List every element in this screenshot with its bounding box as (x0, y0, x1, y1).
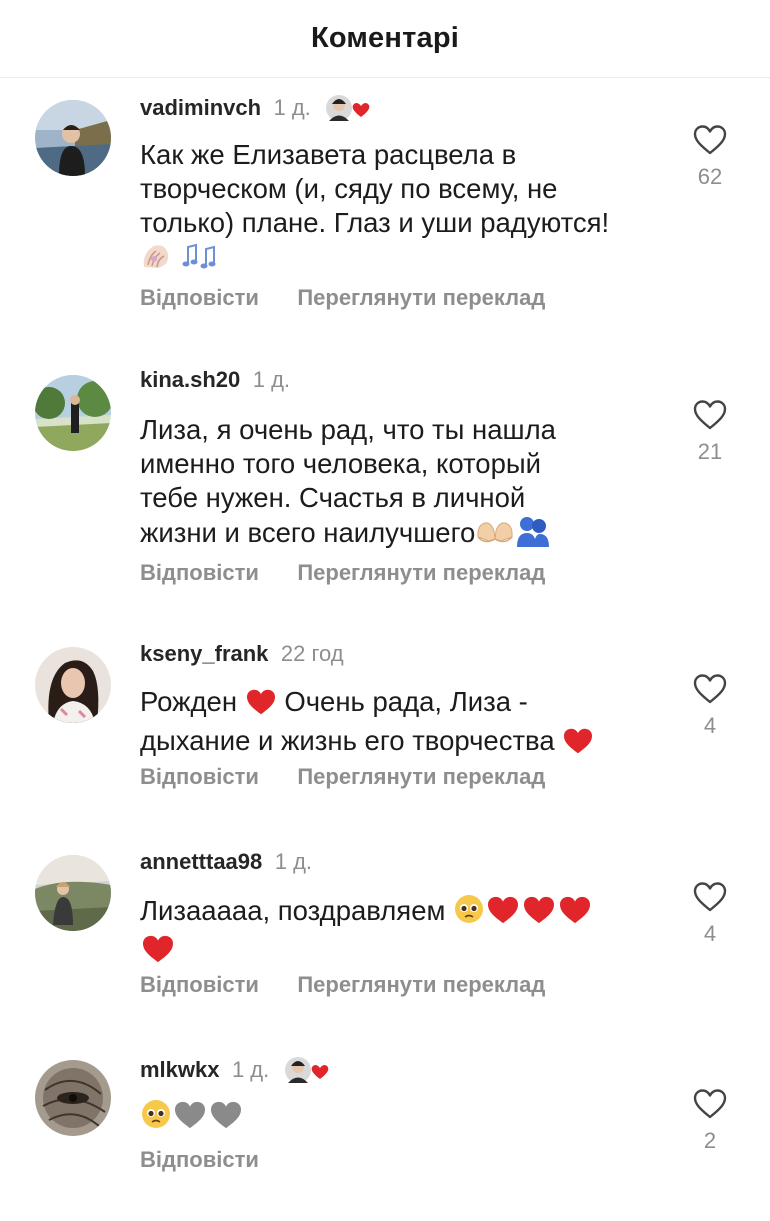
red-heart-icon (245, 688, 277, 724)
comment-text: Как же Елизавета расцвела в творческом (… (140, 138, 670, 274)
red-heart-icon (521, 895, 557, 933)
comment-line: только) плане. Глаз и уши радуются! (140, 207, 610, 238)
grey-heart-icon (172, 1100, 208, 1138)
grey-heart-icon (208, 1100, 244, 1138)
heart-icon[interactable] (692, 673, 728, 705)
comment-line: Рожден (140, 686, 238, 717)
reply-button[interactable]: Відповісти (140, 1147, 259, 1172)
translate-button[interactable]: Переглянути переклад (297, 764, 545, 789)
heart-icon[interactable] (692, 399, 728, 431)
comment-meta: kina.sh20 1 д. (140, 367, 290, 397)
page-title: Коментарі (310, 22, 460, 54)
timestamp: 1 д. (273, 95, 311, 120)
like-count: 62 (697, 164, 723, 189)
timestamp: 1 д. (231, 1057, 270, 1082)
comment-meta: mlkwkx 1 д. (140, 1054, 330, 1084)
like-count: 21 (697, 439, 723, 464)
comment-line-with-emoji: Лизааааа, поздравляем (140, 893, 670, 933)
heart-icon[interactable] (692, 881, 728, 913)
people-hugging-icon (515, 515, 551, 555)
avatar[interactable] (35, 100, 111, 176)
music-notes-icon (180, 241, 220, 279)
reply-button[interactable]: Відповісти (140, 764, 259, 789)
username[interactable]: mlkwkx (140, 1057, 220, 1082)
comment-line-with-emoji: Рожден Очень рада, Лиза - (140, 685, 670, 724)
comment-text: Рожден Очень рада, Лиза - дыхание и жизн… (140, 685, 670, 763)
comment-actions: Відповісти Переглянути переклад (140, 285, 545, 311)
heart-icon[interactable] (692, 124, 728, 156)
emoji-line (140, 933, 670, 972)
pleading-face-icon (140, 1098, 172, 1138)
username[interactable]: kina.sh20 (140, 367, 240, 392)
emoji-line (140, 240, 670, 274)
comment-line: Лизааааа, поздравляем (140, 895, 446, 926)
like-control: 62 (684, 124, 736, 190)
timestamp: 1 д. (274, 849, 313, 874)
reply-button[interactable]: Відповісти (140, 560, 259, 585)
comment-line: тебе нужен. Счастья в личной (140, 482, 526, 513)
timestamp: 22 год (280, 641, 344, 666)
like-count: 4 (703, 713, 717, 738)
comment-line-with-emoji: жизни и всего наилучшего (140, 515, 670, 555)
comment-text: Лиза, я очень рад, что ты нашла именно т… (140, 413, 670, 555)
comment-actions: Відповісти Переглянути переклад (140, 560, 545, 586)
comments-header: Коментарі (0, 0, 770, 78)
username[interactable]: kseny_frank (140, 641, 268, 666)
username[interactable]: annetttaa98 (140, 849, 262, 874)
translate-button[interactable]: Переглянути переклад (297, 972, 545, 997)
comment-line: Лиза, я очень рад, что ты нашла (140, 414, 556, 445)
translate-button[interactable]: Переглянути переклад (297, 560, 545, 585)
avatar[interactable] (35, 1060, 111, 1136)
emoji-line (140, 1098, 670, 1138)
avatar[interactable] (35, 855, 111, 931)
shell-icon (140, 241, 172, 279)
red-heart-icon (485, 895, 521, 933)
like-control: 2 (684, 1088, 736, 1154)
comment-item: mlkwkx 1 д. Відповісти 2 (0, 1054, 770, 1194)
like-count: 2 (703, 1128, 717, 1153)
comment-actions: Відповісти Переглянути переклад (140, 972, 545, 998)
comment-meta: annetttaa98 1 д. (140, 849, 312, 879)
comment-actions: Відповісти Переглянути переклад (140, 764, 545, 790)
comment-text: Лизааааа, поздравляем (140, 893, 670, 972)
comment-line: Очень рада, Лиза - (284, 686, 528, 717)
like-control: 4 (684, 881, 736, 947)
author-liked-badge (284, 1054, 330, 1086)
avatar[interactable] (35, 647, 111, 723)
timestamp: 1 д. (252, 367, 291, 392)
comment-item: vadiminvch 1 д. Как же Елизавета расцвел… (0, 92, 770, 332)
heart-hands-icon (475, 519, 515, 555)
like-control: 4 (684, 673, 736, 739)
comment-line: творческом (и, сяду по всему, не (140, 173, 558, 204)
red-heart-icon (557, 895, 593, 933)
reply-button[interactable]: Відповісти (140, 285, 259, 310)
comment-meta: vadiminvch 1 д. (140, 92, 371, 122)
red-heart-icon (562, 727, 594, 763)
comment-line: жизни и всего наилучшего (140, 517, 476, 548)
comment-line: Как же Елизавета расцвела в (140, 139, 517, 170)
comment-line: именно того человека, который (140, 448, 542, 479)
comment-line: дыхание и жизнь его творчества (140, 725, 555, 756)
avatar[interactable] (35, 375, 111, 451)
pleading-face-icon (453, 893, 485, 933)
comment-actions: Відповісти (140, 1147, 259, 1173)
comment-line-with-emoji: дыхание и жизнь его творчества (140, 724, 670, 763)
red-heart-icon (140, 934, 176, 972)
username[interactable]: vadiminvch (140, 95, 261, 120)
comments-sheet: Коментарі vadiminvch 1 д. Как же Елизаве… (0, 0, 770, 1221)
comment-item: kseny_frank 22 год Рожден Очень рада, Ли… (0, 641, 770, 811)
like-control: 21 (684, 399, 736, 465)
comment-item: kina.sh20 1 д. Лиза, я очень рад, что ты… (0, 367, 770, 607)
translate-button[interactable]: Переглянути переклад (297, 285, 545, 310)
heart-icon[interactable] (692, 1088, 728, 1120)
author-liked-badge (325, 92, 371, 124)
comment-item: annetttaa98 1 д. Лизааааа, поздравляем В… (0, 849, 770, 1019)
like-count: 4 (703, 921, 717, 946)
comment-text (140, 1098, 670, 1138)
reply-button[interactable]: Відповісти (140, 972, 259, 997)
comment-meta: kseny_frank 22 год (140, 641, 344, 671)
